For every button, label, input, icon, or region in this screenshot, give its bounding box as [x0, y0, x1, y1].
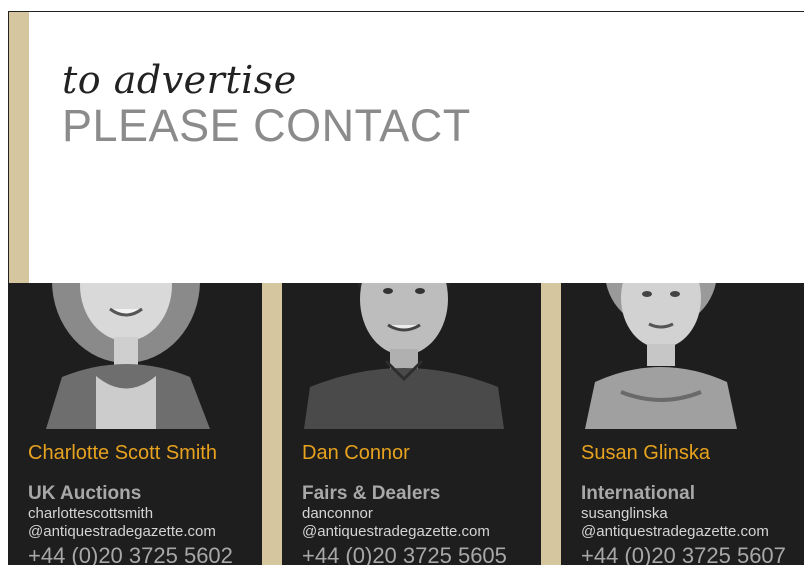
contact-email-domain[interactable]: @antiquestradegazette.com	[581, 523, 786, 541]
contact-phone[interactable]: +44 (0)20 3725 5607	[581, 543, 786, 565]
portrait-photo	[26, 283, 226, 429]
gold-separator	[541, 283, 561, 565]
contact-card-charlotte: Charlotte Scott Smith UK Auctions charlo…	[8, 283, 262, 565]
headline-title: PLEASE CONTACT	[62, 100, 471, 151]
contact-details: Charlotte Scott Smith UK Auctions charlo…	[28, 441, 233, 565]
contact-email-user[interactable]: charlottescottsmith	[28, 505, 233, 523]
contact-details: Dan Connor Fairs & Dealers danconnor @an…	[302, 441, 507, 565]
top-border	[8, 11, 804, 12]
contact-department: International	[581, 483, 696, 504]
contact-name: Dan Connor	[302, 442, 410, 464]
headline-tagline: to advertise	[62, 58, 297, 102]
gold-accent-bar	[9, 12, 29, 283]
portrait-photo	[304, 283, 504, 429]
contact-email-domain[interactable]: @antiquestradegazette.com	[28, 523, 233, 541]
contact-card-dan: Dan Connor Fairs & Dealers danconnor @an…	[282, 283, 541, 565]
contact-department: Fairs & Dealers	[302, 483, 441, 504]
contact-name: Charlotte Scott Smith	[28, 442, 217, 464]
advert-page: to advertise PLEASE CONTACT Charlotte Sc…	[0, 0, 804, 565]
contact-department: UK Auctions	[28, 483, 142, 504]
contact-email-user[interactable]: susanglinska	[581, 505, 786, 523]
contact-name: Susan Glinska	[581, 442, 710, 464]
contact-phone[interactable]: +44 (0)20 3725 5605	[302, 543, 507, 565]
contact-email-user[interactable]: danconnor	[302, 505, 507, 523]
contact-details: Susan Glinska International susanglinska…	[581, 441, 786, 565]
gold-separator	[262, 283, 282, 565]
contact-email-domain[interactable]: @antiquestradegazette.com	[302, 523, 507, 541]
contact-phone[interactable]: +44 (0)20 3725 5602	[28, 543, 233, 565]
contact-card-susan: Susan Glinska International susanglinska…	[561, 283, 804, 565]
headline: to advertise PLEASE CONTACT	[62, 58, 471, 150]
portrait-photo	[581, 283, 741, 429]
